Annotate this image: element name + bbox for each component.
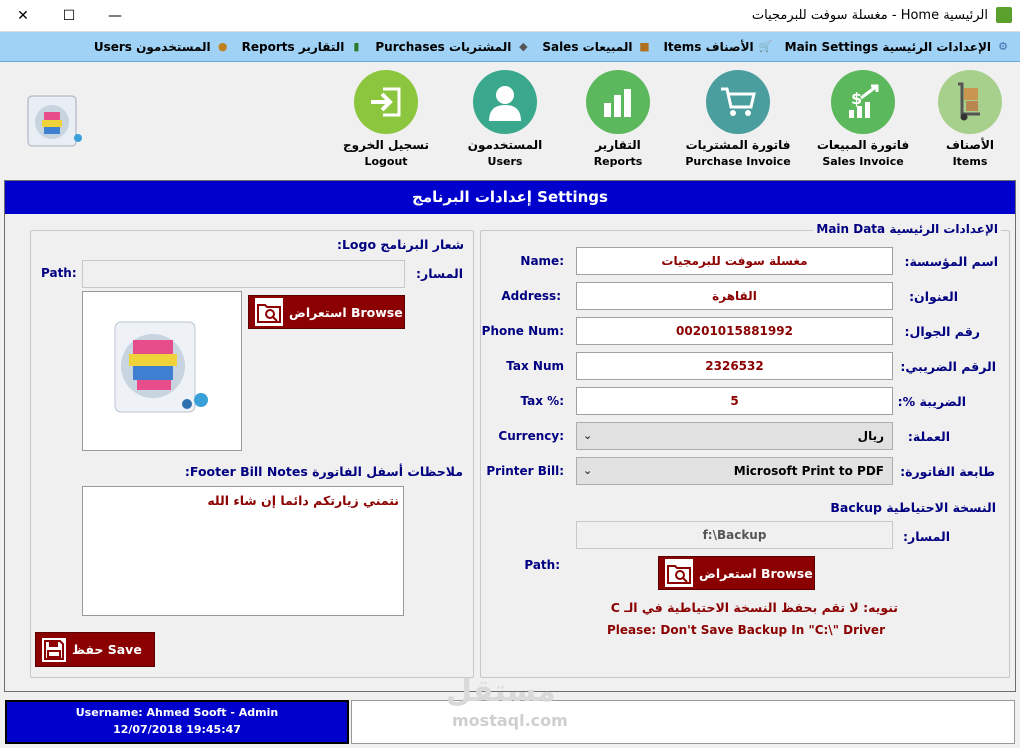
chevron-down-icon: ⌄ xyxy=(583,429,593,442)
window-title: الرئيسية Home - مغسلة سوفت للبرمجيات xyxy=(751,8,988,23)
menu-main-settings[interactable]: ⚙ الإعدادات الرئيسية Main Settings xyxy=(785,40,1010,54)
bar-chart-icon xyxy=(586,70,650,134)
footer-notes-title: ملاحظات أسفل الفاتورة Footer Bill Notes: xyxy=(184,464,463,479)
hand-truck-icon xyxy=(938,70,1002,134)
logout-icon xyxy=(354,70,418,134)
menu-users[interactable]: ● المستخدمون Users xyxy=(94,40,230,54)
phone-field[interactable]: 00201015881992 xyxy=(576,317,893,345)
maximize-button[interactable]: ☐ xyxy=(46,0,92,32)
menu-purchases[interactable]: ◆ المشتريات Purchases xyxy=(375,40,530,54)
tax-percent-label-ar: الضريبة %: xyxy=(897,394,966,409)
cart-icon: 🛒 xyxy=(758,39,773,53)
printer-label-en: Printer Bill: xyxy=(486,464,564,478)
close-button[interactable]: ✕ xyxy=(0,0,46,32)
menu-items[interactable]: 🛒 الأصناف Items xyxy=(663,40,772,54)
app-icon xyxy=(996,7,1012,23)
datetime-text: 12/07/2018 19:45:47 xyxy=(113,723,241,736)
currency-label-ar: العملة: xyxy=(907,429,950,444)
backup-browse-button[interactable]: استعراض Browse xyxy=(658,556,815,590)
tax-percent-label-en: Tax %: xyxy=(520,394,564,408)
toolbar-sales-invoice-button[interactable]: $ فاتورة المبيعات Sales Invoice xyxy=(798,70,928,168)
gear-icon: ⚙ xyxy=(998,39,1008,53)
backup-path-field[interactable]: f:\Backup xyxy=(576,521,893,549)
printer-label-ar: طابعة الفاتورة: xyxy=(900,464,995,479)
toolbar-reports-button[interactable]: التقارير Reports xyxy=(553,70,683,168)
menu-sales[interactable]: ■ المبيعات Sales xyxy=(542,40,651,54)
logo-path-label-ar: المسار: xyxy=(416,266,463,281)
tax-number-label-ar: الرقم الضريبي: xyxy=(900,359,996,374)
save-button[interactable]: حفظ Save xyxy=(35,632,155,667)
shopping-cart-icon xyxy=(706,70,770,134)
printer-select[interactable]: Microsoft Print to PDF ⌄ xyxy=(576,457,893,485)
box-icon: ■ xyxy=(639,39,650,53)
backup-note-ar: تنويه: لا تقم بحفظ النسخة الاحتياطية في … xyxy=(610,600,898,615)
watermark-url: mostaql.com xyxy=(452,711,568,730)
logo-path-field[interactable] xyxy=(82,260,405,288)
users-icon: ● xyxy=(217,39,228,53)
logo-path-label-en: Path: xyxy=(41,266,77,280)
address-field[interactable]: القاهرة xyxy=(576,282,893,310)
name-field[interactable]: مغسلة سوفت للبرمجيات xyxy=(576,247,893,275)
folder-search-icon xyxy=(255,298,283,326)
truck-icon: ◆ xyxy=(519,39,528,53)
chart-icon: ▮ xyxy=(353,39,360,53)
name-label-ar: اسم المؤسسة: xyxy=(904,254,998,269)
currency-label-en: Currency: xyxy=(498,429,564,443)
sales-growth-icon: $ xyxy=(831,70,895,134)
address-label-en: Address: xyxy=(501,289,561,303)
currency-select[interactable]: ريال ⌄ xyxy=(576,422,893,450)
toolbar-logout-button[interactable]: تسجيل الخروج Logout xyxy=(321,70,451,168)
logo-title: شعار البرنامج Logo: xyxy=(336,237,464,252)
chevron-down-icon: ⌄ xyxy=(583,464,593,477)
logo-browse-button[interactable]: استعراض Browse xyxy=(248,295,405,329)
save-disk-icon xyxy=(42,637,66,662)
toolbar-users-button[interactable]: المستخدمون Users xyxy=(440,70,570,168)
status-user-panel: Username: Ahmed Sooft - Admin 12/07/2018… xyxy=(5,700,349,744)
minimize-button[interactable]: — xyxy=(92,0,138,32)
footer-notes-textarea[interactable]: نتمني زيارتكم دائما إن شاء الله xyxy=(82,486,404,616)
svg-text:$: $ xyxy=(851,89,862,108)
settings-header: إعدادات البرنامج Settings xyxy=(5,181,1015,214)
tax-number-field[interactable]: 2326532 xyxy=(576,352,893,380)
backup-title: النسخة الاحتياطية Backup xyxy=(830,500,996,515)
name-label-en: Name: xyxy=(520,254,564,268)
tax-percent-field[interactable]: 5 xyxy=(576,387,893,415)
toolbar-purchase-invoice-button[interactable]: فاتورة المشتريات Purchase Invoice xyxy=(673,70,803,168)
menu-reports[interactable]: ▮ التقارير Reports xyxy=(242,40,364,54)
address-label-ar: العنوان: xyxy=(909,289,958,304)
title-bar: ✕ ☐ — الرئيسية Home - مغسلة سوفت للبرمجي… xyxy=(0,0,1020,32)
tax-number-label-en: Tax Num xyxy=(506,359,564,373)
logo-image xyxy=(22,92,84,150)
phone-label-en: Phone Num: xyxy=(481,324,564,338)
main-data-title: الإعدادات الرئيسية Main Data xyxy=(813,222,1001,236)
watermark-logo: مستقل xyxy=(446,674,556,709)
phone-label-ar: رقم الجوال: xyxy=(904,324,981,339)
username-text: Username: Ahmed Sooft - Admin xyxy=(75,706,279,719)
washing-machine-icon xyxy=(114,321,208,413)
backup-path-label-ar: المسار: xyxy=(903,529,950,544)
user-icon xyxy=(473,70,537,134)
folder-search-icon xyxy=(665,559,693,587)
menu-bar: ⚙ الإعدادات الرئيسية Main Settings 🛒 الأ… xyxy=(0,32,1020,62)
backup-path-label-en: Path: xyxy=(524,558,560,572)
logo-preview xyxy=(82,291,242,451)
backup-note-en: Please: Don't Save Backup In "C:\" Drive… xyxy=(607,623,885,637)
